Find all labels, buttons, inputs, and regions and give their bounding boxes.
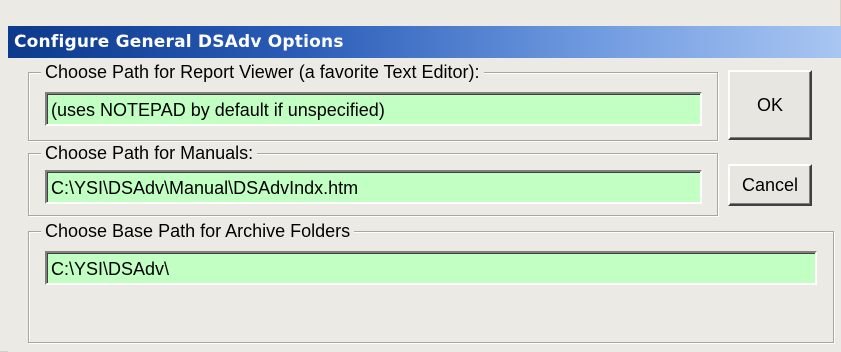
cancel-button[interactable]: Cancel	[728, 164, 812, 206]
archive-group: Choose Base Path for Archive Folders C:\…	[28, 220, 834, 343]
report-viewer-path-input[interactable]: (uses NOTEPAD by default if unspecified)	[45, 92, 702, 126]
report-viewer-group: Choose Path for Report Viewer (a favorit…	[28, 61, 718, 141]
dialog-body: Choose Path for Report Viewer (a favorit…	[8, 58, 841, 352]
ok-button[interactable]: OK	[728, 70, 812, 140]
dialog-title: Configure General DSAdv Options	[14, 32, 344, 52]
archive-label: Choose Base Path for Archive Folders	[41, 220, 355, 242]
manuals-group: Choose Path for Manuals: C:\YSI\DSAdv\Ma…	[28, 142, 718, 216]
archive-path-input[interactable]: C:\YSI\DSAdv\	[45, 251, 817, 285]
dialog-titlebar[interactable]: Configure General DSAdv Options	[8, 26, 841, 58]
manuals-label: Choose Path for Manuals:	[41, 142, 258, 164]
manuals-path-input[interactable]: C:\YSI\DSAdv\Manual\DSAdvIndx.htm	[45, 170, 702, 204]
report-viewer-label: Choose Path for Report Viewer (a favorit…	[41, 61, 484, 83]
